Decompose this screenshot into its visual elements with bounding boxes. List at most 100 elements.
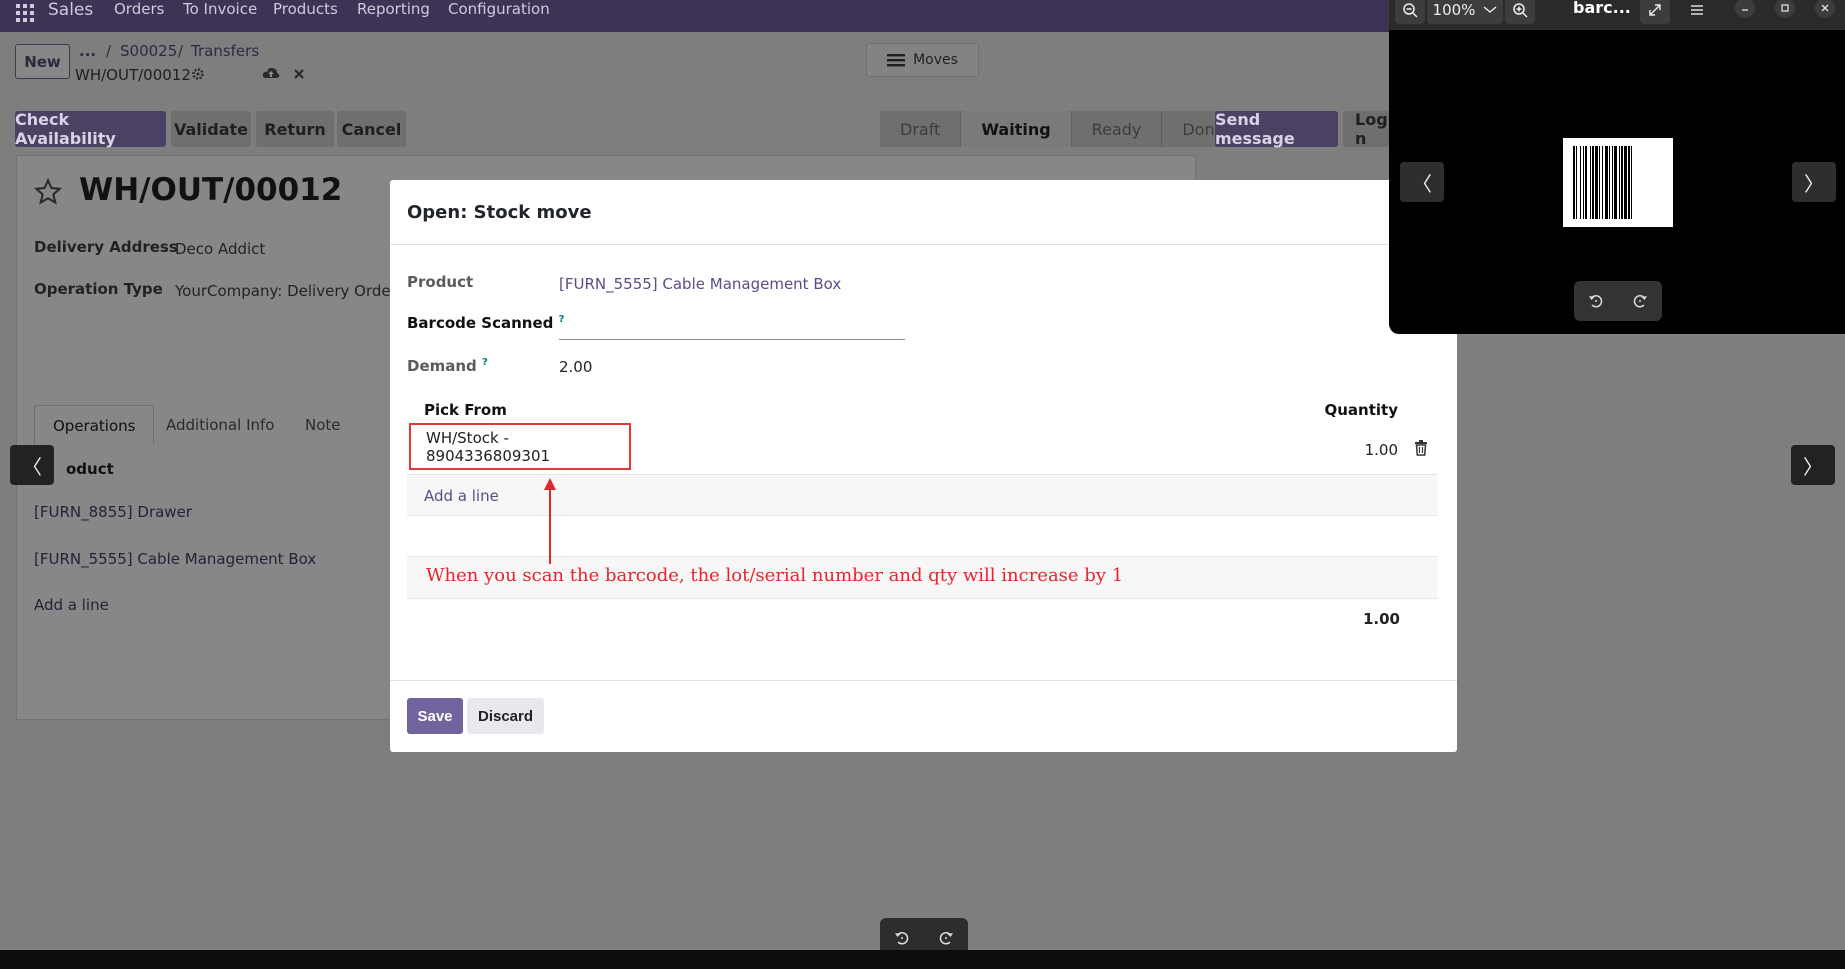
operation-type-value[interactable]: YourCompany: Delivery Orders <box>175 282 405 300</box>
annotation-arrow-icon <box>544 478 556 564</box>
check-availability-button[interactable]: Check Availability <box>15 110 166 148</box>
rotate-left-icon[interactable] <box>891 927 913 949</box>
barcode-scanned-input[interactable] <box>559 312 905 340</box>
breadcrumb-separator: / <box>106 42 112 60</box>
delivery-address-label: Delivery Address <box>34 238 178 256</box>
help-tooltip-icon[interactable]: ? <box>482 357 488 368</box>
trash-icon[interactable] <box>1414 440 1428 456</box>
gear-icon[interactable] <box>191 67 205 81</box>
barcode-scanned-label: Barcode Scanned ? <box>407 314 565 332</box>
viewer-title: barc... <box>1573 0 1631 17</box>
app-name[interactable]: Sales <box>48 0 93 20</box>
viewer-next-button[interactable]: 〉 <box>1792 162 1836 202</box>
zoom-level-value: 100% <box>1432 1 1476 19</box>
dialog-footer <box>390 680 1457 752</box>
add-line-row[interactable]: Add a line <box>407 475 1438 516</box>
bottom-bar <box>0 950 1845 969</box>
quantity-column-header[interactable]: Quantity <box>1325 401 1399 419</box>
add-line-link[interactable]: Add a line <box>34 596 109 614</box>
zoom-in-icon <box>1513 3 1528 18</box>
minimize-button[interactable] <box>1735 0 1755 18</box>
maximize-button[interactable] <box>1775 0 1795 18</box>
next-record-button[interactable]: 〉 <box>1791 445 1835 485</box>
prev-record-button[interactable]: 〈 <box>10 445 54 485</box>
close-icon <box>1821 4 1829 12</box>
status-bar: Draft Waiting Ready Done <box>880 111 1246 147</box>
viewer-prev-button[interactable]: 〈 <box>1400 162 1444 202</box>
expand-icon <box>1649 4 1661 16</box>
tab-note[interactable]: Note <box>287 405 359 445</box>
list-item[interactable]: [FURN_5555] Cable Management Box <box>34 550 316 568</box>
discard-button[interactable]: Discard <box>467 698 544 734</box>
breadcrumb-more[interactable]: ... <box>79 42 96 60</box>
quantity-cell[interactable]: 1.00 <box>1365 441 1398 459</box>
menu-products[interactable]: Products <box>273 0 338 18</box>
discard-changes-icon[interactable] <box>293 68 305 80</box>
list-item[interactable]: [FURN_8855] Drawer <box>34 503 192 521</box>
rotate-left-icon[interactable] <box>1585 290 1607 312</box>
hamburger-icon <box>1691 5 1703 15</box>
breadcrumb-order[interactable]: S00025 <box>120 42 177 60</box>
save-button[interactable]: Save <box>407 698 463 734</box>
table-row[interactable]: WH/Stock - 8904336809301 1.00 <box>407 423 1438 475</box>
breadcrumb-separator: / <box>178 42 184 60</box>
star-favorite-icon[interactable] <box>33 178 63 206</box>
chevron-down-icon <box>1483 6 1497 13</box>
dialog-title: Open: Stock move <box>407 202 592 223</box>
table-row <box>407 516 1438 557</box>
breadcrumb-transfers[interactable]: Transfers <box>191 42 259 60</box>
close-window-button[interactable] <box>1815 0 1835 18</box>
annotation-text: When you scan the barcode, the lot/seria… <box>426 565 1124 586</box>
menu-orders[interactable]: Orders <box>114 0 164 18</box>
move-lines-header: Pick From Quantity <box>407 391 1438 423</box>
apps-grid-icon[interactable] <box>16 4 34 22</box>
zoom-out-button[interactable] <box>1395 0 1425 24</box>
breadcrumb-record: WH/OUT/00012 <box>75 66 191 84</box>
menu-to-invoice[interactable]: To Invoice <box>183 0 257 18</box>
menu-reporting[interactable]: Reporting <box>357 0 430 18</box>
barcode-image <box>1563 138 1673 227</box>
moves-label: Moves <box>913 52 958 68</box>
cancel-button[interactable]: Cancel <box>337 111 406 147</box>
pick-from-cell[interactable]: WH/Stock - 8904336809301 <box>409 423 631 470</box>
dialog-header: Open: Stock move <box>390 180 1457 245</box>
moves-smart-button[interactable]: Moves <box>866 43 979 77</box>
validate-button[interactable]: Validate <box>171 111 251 147</box>
rotate-right-icon[interactable] <box>935 927 957 949</box>
add-line-link[interactable]: Add a line <box>424 487 499 505</box>
list-icon <box>887 54 906 67</box>
log-note-button[interactable]: Log n <box>1343 111 1389 147</box>
maximize-icon <box>1781 4 1789 12</box>
new-button[interactable]: New <box>15 44 70 79</box>
viewer-header: 100% barc... <box>1389 0 1845 30</box>
tab-additional-info[interactable]: Additional Info <box>148 405 292 445</box>
demand-value: 2.00 <box>559 358 593 376</box>
status-waiting[interactable]: Waiting <box>961 111 1072 147</box>
record-title: WH/OUT/00012 <box>79 172 343 208</box>
quantity-total: 1.00 <box>1362 610 1400 628</box>
status-draft[interactable]: Draft <box>880 111 962 147</box>
demand-label: Demand ? <box>407 357 488 375</box>
viewer-rotate-controls <box>1574 281 1662 321</box>
status-ready[interactable]: Ready <box>1071 111 1163 147</box>
zoom-out-icon <box>1403 3 1418 18</box>
menu-configuration[interactable]: Configuration <box>448 0 550 18</box>
zoom-level-dropdown[interactable]: 100% <box>1427 0 1503 24</box>
cloud-upload-icon[interactable] <box>262 66 280 80</box>
return-button[interactable]: Return <box>256 111 334 147</box>
send-message-button[interactable]: Send message <box>1215 110 1338 148</box>
zoom-in-button[interactable] <box>1505 0 1535 24</box>
viewer-menu-button[interactable] <box>1685 0 1709 22</box>
pick-from-column-header[interactable]: Pick From <box>424 401 507 419</box>
product-value-link[interactable]: [FURN_5555] Cable Management Box <box>559 275 841 293</box>
tab-operations[interactable]: Operations <box>34 405 155 445</box>
operation-type-label: Operation Type <box>34 280 163 298</box>
delivery-address-value[interactable]: Deco Addict <box>175 240 265 258</box>
rotate-right-icon[interactable] <box>1629 290 1651 312</box>
product-column-header: oduct <box>66 460 114 478</box>
barcode-graphic <box>1573 146 1632 219</box>
minimize-icon <box>1742 9 1748 11</box>
fullscreen-button[interactable] <box>1640 0 1670 24</box>
product-label: Product <box>407 273 474 291</box>
image-viewer-window: 100% barc... 〈 〉 <box>1389 0 1845 334</box>
